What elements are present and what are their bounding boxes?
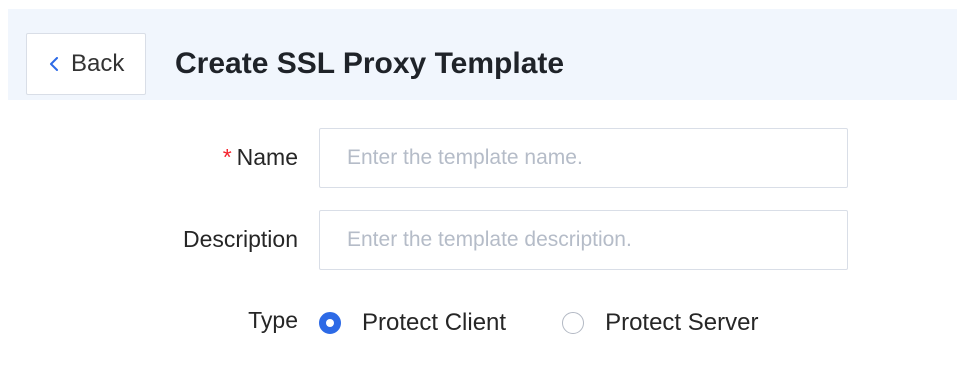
radio-checked-icon: [319, 312, 341, 334]
protect-client-label: Protect Client: [362, 309, 507, 336]
description-row: Description: [0, 210, 957, 270]
type-label: Type: [248, 307, 298, 333]
description-input[interactable]: [319, 210, 848, 270]
type-radio-group: Protect Client Protect Server: [319, 309, 758, 337]
chevron-left-icon: [47, 57, 61, 71]
create-ssl-proxy-template-page: Back Create SSL Proxy Template *Name Des…: [0, 0, 957, 365]
name-label-text: Name: [236, 144, 298, 170]
page-title: Create SSL Proxy Template: [175, 47, 565, 80]
required-mark: *: [222, 144, 232, 170]
name-label: * Name: [223, 142, 298, 172]
name-input[interactable]: [319, 128, 848, 188]
protect-server-radio[interactable]: Protect Server: [562, 309, 758, 337]
name-row: * Name: [0, 128, 957, 188]
type-row: Type Protect Client Protect Server: [0, 302, 957, 338]
back-button-label: Back: [71, 50, 125, 77]
radio-unchecked-icon: [562, 312, 585, 334]
protect-server-label: Protect Server: [605, 309, 759, 336]
description-label: Description: [182, 226, 298, 252]
protect-client-radio[interactable]: Protect Client: [319, 309, 506, 337]
back-button[interactable]: Back: [26, 33, 146, 95]
